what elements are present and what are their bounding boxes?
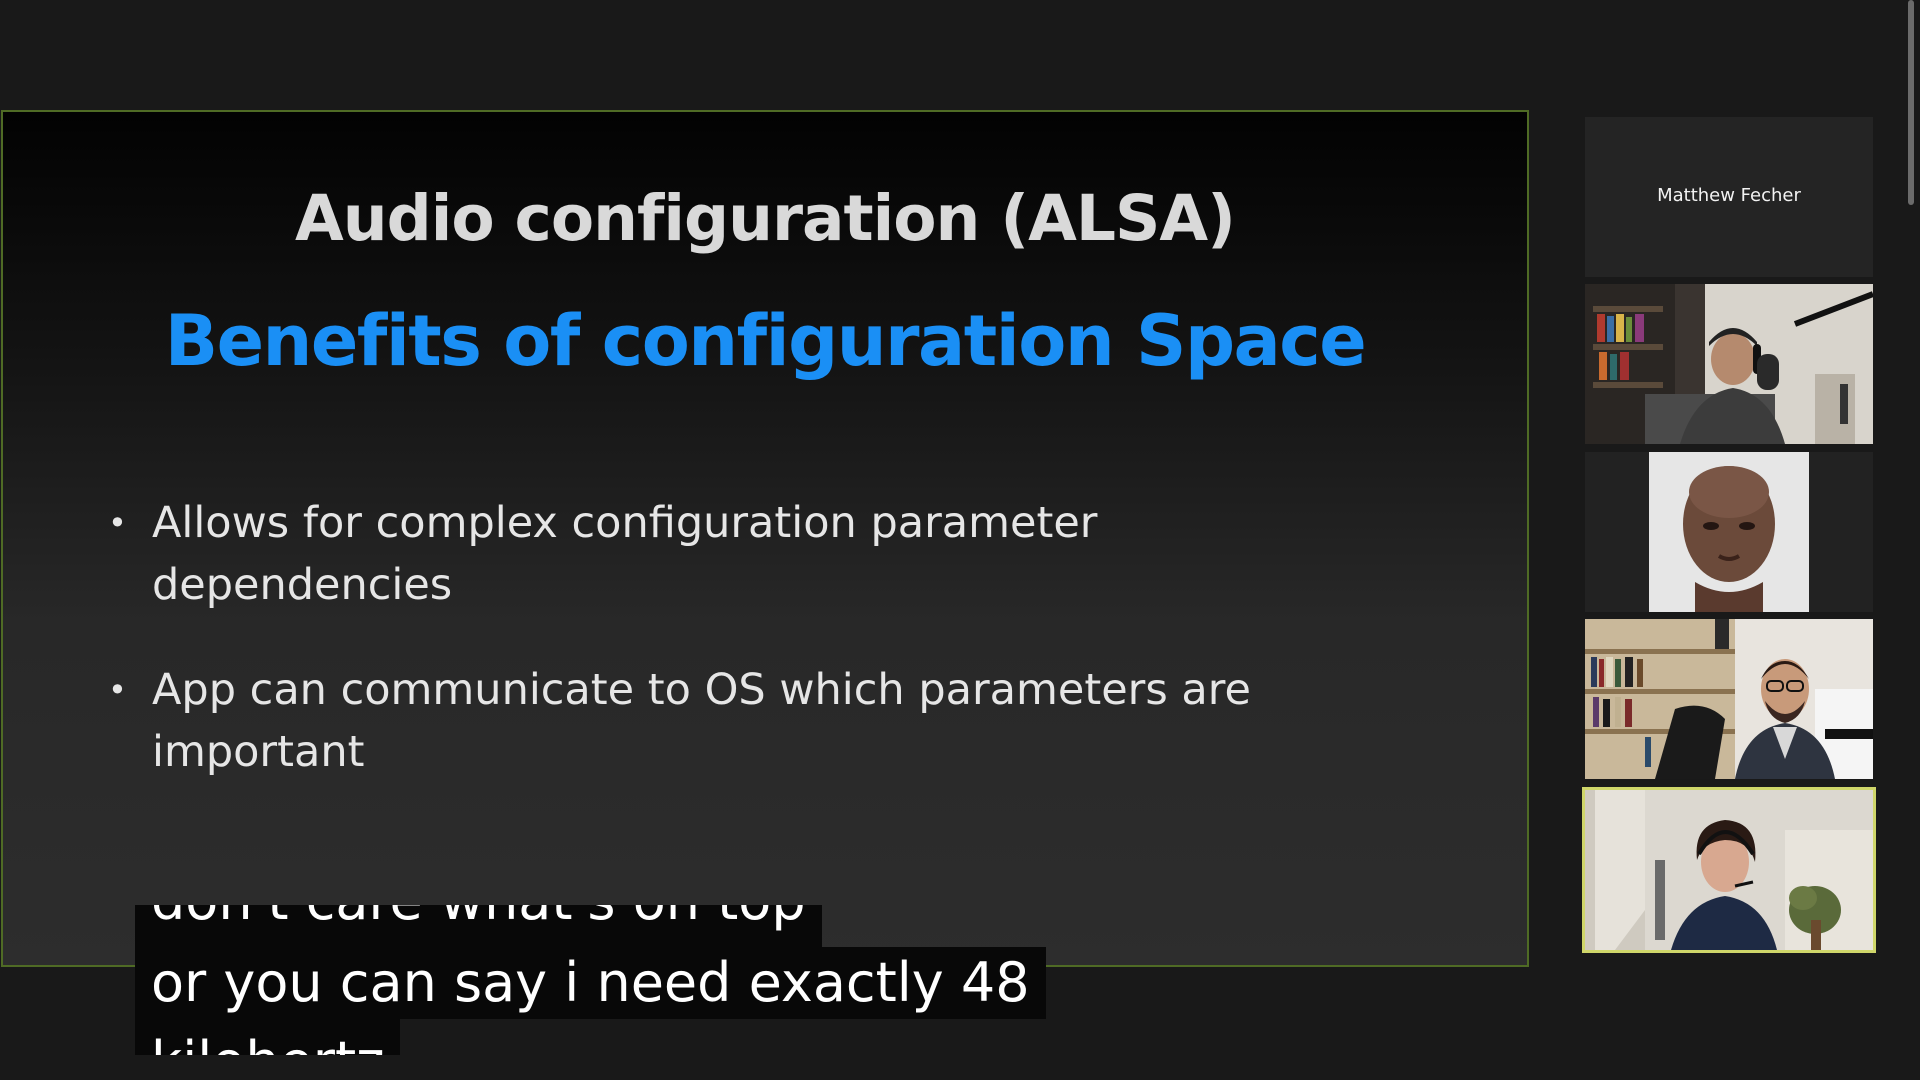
- participant-video-tile[interactable]: [1585, 452, 1873, 612]
- closed-captions: don't care what's on top or you can say …: [135, 905, 1046, 1055]
- scroll-thumb[interactable]: [1908, 0, 1914, 205]
- caption-line: don't care what's on top: [135, 905, 822, 947]
- participant-video: [1585, 790, 1873, 950]
- caption-line: or you can say i need exactly 48: [135, 947, 1046, 1019]
- bullet-marker: •: [108, 504, 127, 542]
- participant-video: [1585, 619, 1873, 779]
- shared-screen-slide: Audio configuration (ALSA) Benefits of c…: [1, 110, 1529, 967]
- scrollbar[interactable]: [1908, 0, 1916, 1080]
- slide-bullet: • Allows for complex configuration param…: [108, 492, 1408, 616]
- participant-video-tile[interactable]: [1585, 284, 1873, 444]
- meeting-window: Audio configuration (ALSA) Benefits of c…: [0, 0, 1920, 1080]
- slide-subtitle: Benefits of configuration Space: [164, 300, 1367, 382]
- bullet-text-line: App can communicate to OS which paramete…: [152, 665, 1251, 715]
- slide-title: Audio configuration (ALSA): [295, 182, 1236, 255]
- bullet-marker: •: [108, 671, 127, 709]
- bullet-text-line: dependencies: [152, 560, 453, 610]
- caption-text: don't care what's on top: [151, 905, 806, 928]
- bullet-text-line: Allows for complex configuration paramet…: [152, 498, 1098, 548]
- participant-video: [1585, 452, 1873, 612]
- caption-text: kilohertz: [151, 1030, 384, 1055]
- caption-text: or you can say i need exactly 48: [151, 951, 1030, 1014]
- participant-tile[interactable]: Matthew Fecher: [1585, 117, 1873, 277]
- caption-line: kilohertz: [135, 1019, 401, 1055]
- participant-video: [1585, 284, 1873, 444]
- bullet-text-line: important: [152, 727, 365, 777]
- participant-video-tile[interactable]: [1585, 619, 1873, 779]
- active-speaker-tile[interactable]: [1582, 787, 1876, 953]
- slide-bullet-list: • Allows for complex configuration param…: [108, 492, 1408, 826]
- slide-bullet: • App can communicate to OS which parame…: [108, 659, 1408, 783]
- participant-name: Matthew Fecher: [1657, 185, 1801, 206]
